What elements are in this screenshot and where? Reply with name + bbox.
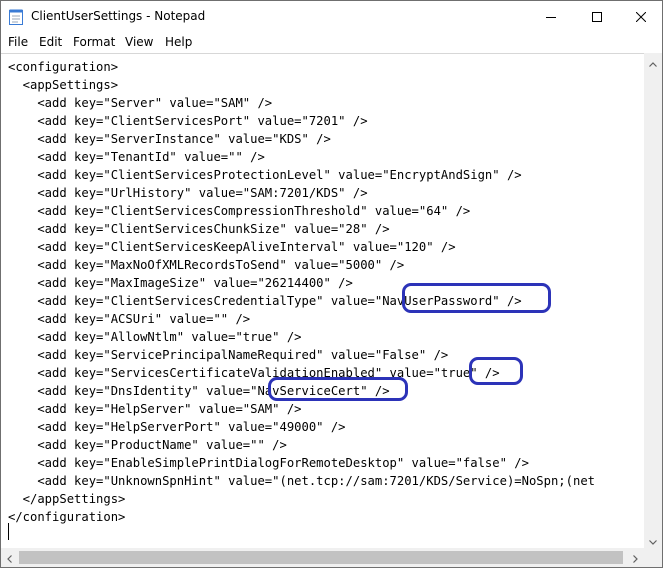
minimize-icon	[546, 7, 556, 26]
horizontal-scrollbar[interactable]	[1, 548, 644, 567]
menu-view[interactable]: View	[125, 35, 153, 49]
text-line: <add key="Server" value="SAM" />	[8, 96, 273, 110]
scroll-up-button[interactable]	[644, 53, 662, 70]
notepad-window: ClientUserSettings - Notepad File Edit F…	[0, 0, 663, 568]
text-line: <add key="ProductName" value="" />	[8, 438, 287, 452]
chevron-down-icon	[649, 530, 657, 549]
horizontal-scroll-thumb[interactable]	[19, 551, 623, 564]
scroll-right-button[interactable]	[627, 548, 644, 567]
text-line: <add key="UnknownSpnHint" value="(net.tc…	[8, 474, 595, 488]
text-line: <add key="ClientServicesChunkSize" value…	[8, 222, 390, 236]
text-line: <add key="HelpServer" value="SAM" />	[8, 402, 302, 416]
text-line: <add key="ClientServicesProtectionLevel"…	[8, 168, 522, 182]
text-line: <add key="EnableSimplePrintDialogForRemo…	[8, 456, 529, 470]
menu-bar: File Edit Format View Help	[1, 32, 662, 52]
chevron-up-icon	[649, 52, 657, 71]
annotation-oval-validation-enabled	[469, 357, 523, 385]
text-line: <add key="UrlHistory" value="SAM:7201/KD…	[8, 186, 368, 200]
menu-help[interactable]: Help	[165, 35, 192, 49]
close-button[interactable]	[618, 1, 662, 32]
scroll-left-button[interactable]	[1, 548, 18, 567]
scroll-down-button[interactable]	[644, 531, 662, 548]
scrollbar-corner	[644, 548, 662, 567]
text-line: <add key="ClientServicesPort" value="720…	[8, 114, 368, 128]
text-line: </appSettings>	[8, 492, 126, 506]
menu-format[interactable]: Format	[73, 35, 115, 49]
text-line: <add key="MaxNoOfXMLRecordsToSend" value…	[8, 258, 405, 272]
notepad-icon	[9, 9, 23, 25]
text-line: <add key="TenantId" value="" />	[8, 150, 265, 164]
vertical-scrollbar[interactable]	[644, 53, 662, 548]
menu-file[interactable]: File	[8, 35, 28, 49]
text-line: <add key="AllowNtlm" value="true" />	[8, 330, 302, 344]
text-line: <appSettings>	[8, 78, 119, 92]
chevron-left-icon	[7, 548, 12, 567]
text-line: <configuration>	[8, 60, 119, 74]
annotation-oval-dns-identity	[268, 377, 408, 401]
close-icon	[635, 7, 647, 26]
minimize-button[interactable]	[528, 1, 574, 32]
maximize-button[interactable]	[574, 1, 620, 32]
text-line: <add key="ClientServicesCompressionThres…	[8, 204, 471, 218]
maximize-icon	[592, 7, 602, 26]
chevron-right-icon	[633, 548, 638, 567]
text-editor[interactable]: <configuration> <appSettings> <add key="…	[1, 53, 644, 548]
title-bar[interactable]: ClientUserSettings - Notepad	[1, 1, 662, 32]
text-line: <add key="ClientServicesKeepAliveInterva…	[8, 240, 456, 254]
menu-edit[interactable]: Edit	[39, 35, 62, 49]
annotation-oval-credential-type	[402, 283, 551, 313]
window-title: ClientUserSettings - Notepad	[31, 9, 206, 23]
text-line: <add key="HelpServerPort" value="49000" …	[8, 420, 346, 434]
text-line: <add key="ServerInstance" value="KDS" />	[8, 132, 331, 146]
text-line: </configuration>	[8, 510, 126, 524]
text-caret	[8, 523, 9, 540]
